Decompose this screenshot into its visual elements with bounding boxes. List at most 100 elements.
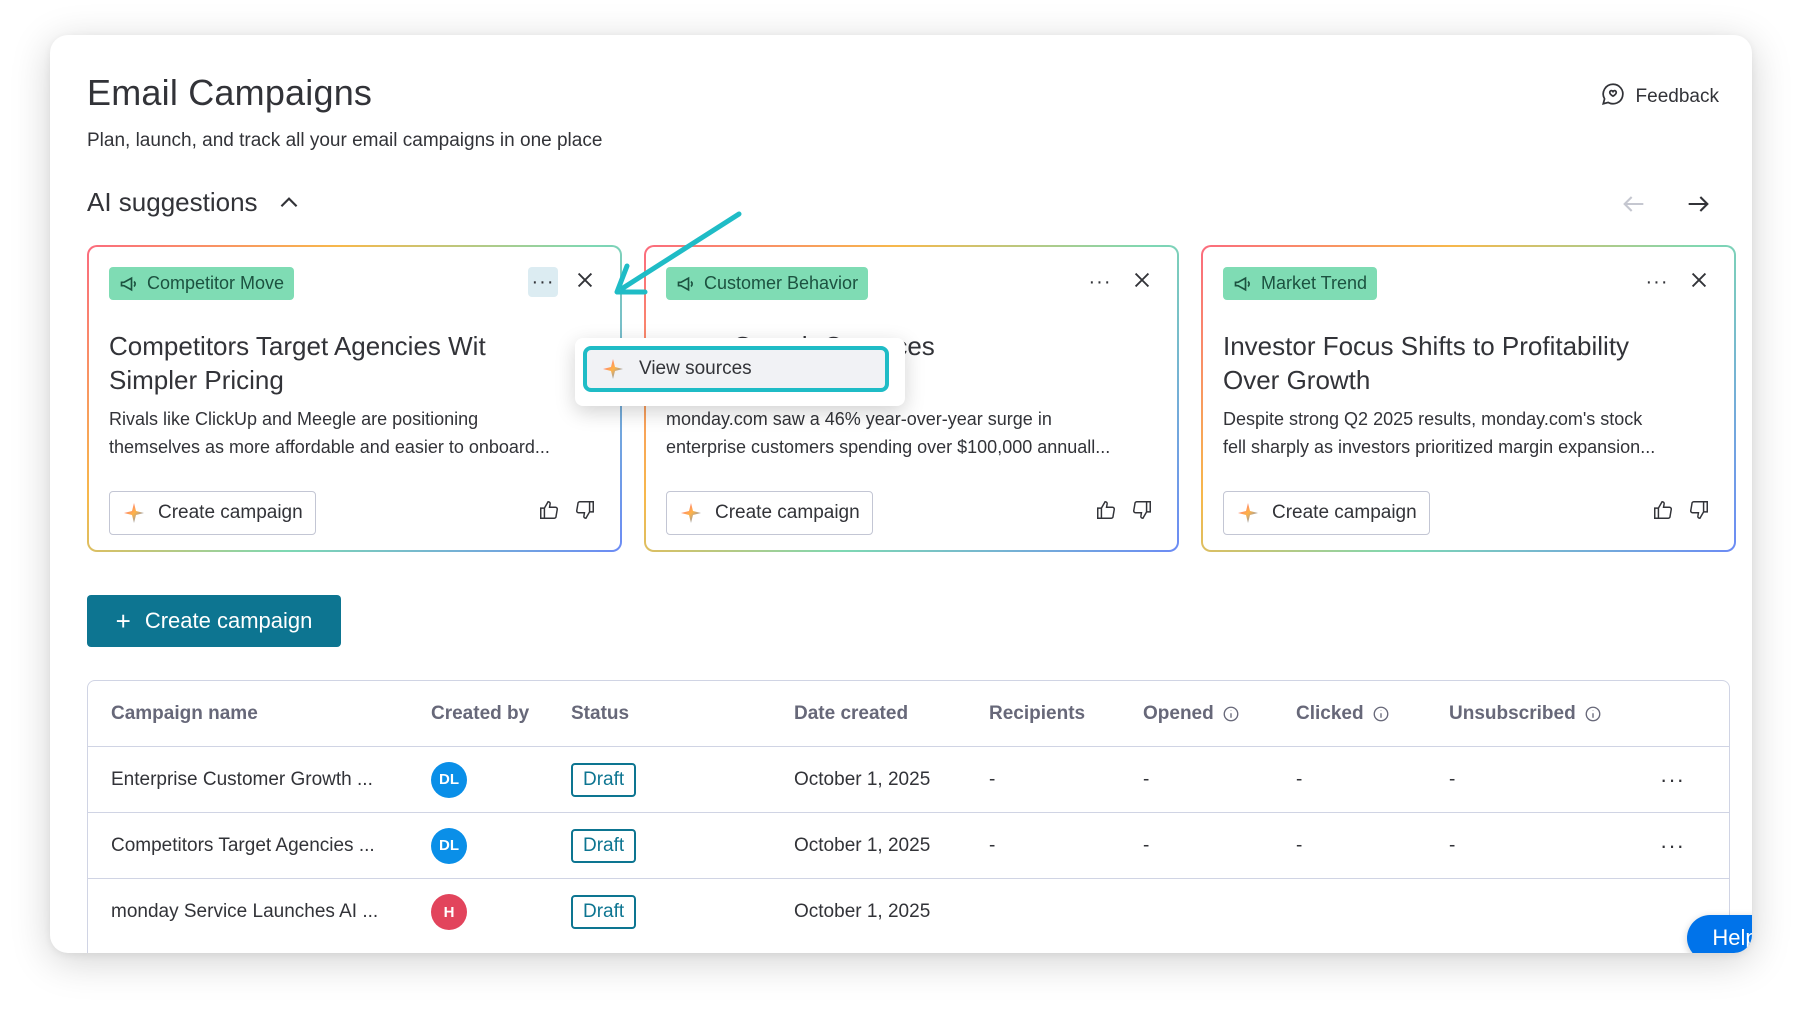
arrow-right-icon[interactable] bbox=[1684, 190, 1712, 218]
column-header[interactable]: Created by bbox=[431, 703, 529, 725]
suggestion-card[interactable]: Competitor Move ··· Competitors Target A… bbox=[87, 245, 622, 552]
card-title: Investor Focus Shifts to Profitability O… bbox=[1223, 329, 1713, 397]
info-icon[interactable] bbox=[1584, 705, 1602, 723]
card-description: Despite strong Q2 2025 results, monday.c… bbox=[1223, 405, 1713, 461]
card-cta-label: Create campaign bbox=[715, 502, 860, 523]
card-options-menu: View sources bbox=[575, 338, 905, 406]
row-more-options-button[interactable]: ··· bbox=[1660, 767, 1685, 793]
card-title-line: Over Growth bbox=[1223, 365, 1371, 395]
category-tag-label: Market Trend bbox=[1261, 273, 1368, 293]
annotation-arrow-icon bbox=[614, 211, 742, 295]
status-badge[interactable]: Draft bbox=[571, 762, 637, 797]
carousel-nav bbox=[1620, 190, 1712, 218]
suggestion-card[interactable]: Market Trend ··· Investor Focus Shifts t… bbox=[1201, 245, 1736, 552]
column-header-label: Date created bbox=[794, 702, 909, 724]
card-cta-label: Create campaign bbox=[158, 502, 303, 523]
table-row[interactable]: monday Service Launches AI ... H Draft O… bbox=[88, 879, 1729, 945]
card-description-line: fell sharply as investors prioritized ma… bbox=[1223, 437, 1656, 457]
column-header-label: Recipients bbox=[989, 702, 1086, 724]
table-row[interactable]: Competitors Target Agencies ... DL Draft… bbox=[88, 813, 1729, 879]
campaigns-table: Campaign name Created by Status Date cre… bbox=[87, 680, 1730, 953]
close-icon[interactable] bbox=[1131, 269, 1153, 296]
info-icon[interactable] bbox=[1222, 705, 1240, 723]
opened-value: - bbox=[1143, 834, 1150, 856]
card-title-line: Simpler Pricing bbox=[109, 365, 284, 395]
close-icon[interactable] bbox=[1688, 269, 1710, 296]
chevron-up-icon[interactable] bbox=[276, 190, 302, 216]
info-icon[interactable] bbox=[1372, 705, 1390, 723]
status-badge[interactable]: Draft bbox=[571, 895, 637, 929]
card-description-line: Despite strong Q2 2025 results, monday.c… bbox=[1223, 409, 1643, 429]
card-description-line: enterprise customers spending over $100,… bbox=[666, 437, 1111, 457]
ai-suggestions-title: AI suggestions bbox=[87, 187, 258, 217]
create-campaign-label: Create campaign bbox=[144, 608, 313, 633]
column-header[interactable]: Campaign name bbox=[111, 703, 258, 725]
page-subtitle: Plan, launch, and track all your email c… bbox=[87, 130, 603, 151]
thumbs-down-icon[interactable] bbox=[1131, 499, 1153, 521]
table-header: Campaign name Created by Status Date cre… bbox=[88, 681, 1729, 747]
page-title: Email Campaigns bbox=[87, 72, 373, 113]
card-title-line: Competitors Target Agencies Wit bbox=[109, 331, 486, 361]
column-header-label: Status bbox=[571, 702, 630, 724]
column-header[interactable]: Clicked bbox=[1296, 703, 1390, 725]
view-sources-menu-item[interactable]: View sources bbox=[583, 346, 889, 392]
thumbs-down-icon[interactable] bbox=[574, 499, 596, 521]
view-sources-label: View sources bbox=[639, 358, 752, 379]
column-header-label: Opened bbox=[1143, 702, 1214, 724]
arrow-left-icon[interactable] bbox=[1620, 190, 1648, 218]
card-create-campaign-button[interactable]: Create campaign bbox=[109, 491, 316, 535]
column-header[interactable]: Unsubscribed bbox=[1449, 703, 1602, 725]
campaign-name[interactable]: Competitors Target Agencies ... bbox=[111, 835, 375, 857]
suggestion-cards: Competitor Move ··· Competitors Target A… bbox=[87, 245, 1736, 552]
card-description-line: monday.com saw a 46% year-over-year surg… bbox=[666, 409, 1052, 429]
ai-sparkle-icon bbox=[681, 503, 701, 523]
campaign-name[interactable]: monday Service Launches AI ... bbox=[111, 901, 378, 923]
card-description: monday.com saw a 46% year-over-year surg… bbox=[666, 405, 1156, 461]
status-badge[interactable]: Draft bbox=[571, 828, 637, 863]
avatar[interactable]: DL bbox=[431, 761, 467, 798]
date-created: October 1, 2025 bbox=[794, 834, 931, 856]
ai-sparkle-icon bbox=[603, 359, 623, 379]
thumbs-up-icon[interactable] bbox=[1652, 499, 1674, 521]
category-tag: Market Trend bbox=[1223, 267, 1378, 300]
opened-value: - bbox=[1143, 768, 1150, 790]
row-more-options-button[interactable]: ··· bbox=[1660, 833, 1685, 859]
avatar[interactable]: H bbox=[431, 894, 467, 930]
column-header[interactable]: Date created bbox=[794, 703, 908, 725]
thumbs-up-icon[interactable] bbox=[1095, 499, 1117, 521]
column-header[interactable]: Status bbox=[571, 703, 629, 725]
more-options-button[interactable]: ··· bbox=[1642, 267, 1672, 297]
chat-bubble-icon bbox=[1600, 81, 1626, 113]
category-tag: Competitor Move bbox=[109, 267, 295, 300]
campaign-name[interactable]: Enterprise Customer Growth ... bbox=[111, 769, 373, 791]
column-header[interactable]: Recipients bbox=[989, 703, 1085, 725]
help-button[interactable]: Help bbox=[1687, 915, 1752, 953]
card-cta-label: Create campaign bbox=[1272, 502, 1417, 523]
column-header-label: Created by bbox=[431, 702, 530, 724]
clicked-value: - bbox=[1296, 768, 1303, 790]
unsubscribed-value: - bbox=[1449, 834, 1456, 856]
unsubscribed-value: - bbox=[1449, 768, 1456, 790]
ai-suggestions-header[interactable]: AI suggestions bbox=[87, 187, 302, 218]
megaphone-icon bbox=[120, 276, 136, 291]
card-create-campaign-button[interactable]: Create campaign bbox=[1223, 491, 1430, 535]
more-options-button[interactable]: ··· bbox=[1085, 267, 1115, 297]
table-row[interactable]: Enterprise Customer Growth ... DL Draft … bbox=[88, 747, 1729, 813]
close-icon[interactable] bbox=[574, 269, 596, 296]
column-header-label: Clicked bbox=[1296, 702, 1364, 724]
card-description: Rivals like ClickUp and Meegle are posit… bbox=[109, 405, 599, 461]
card-title-line: Investor Focus Shifts to Profitability bbox=[1223, 331, 1630, 361]
column-header-label: Unsubscribed bbox=[1449, 702, 1576, 724]
card-description-line: Rivals like ClickUp and Meegle are posit… bbox=[109, 409, 479, 429]
create-campaign-button[interactable]: + Create campaign bbox=[87, 595, 341, 647]
thumbs-down-icon[interactable] bbox=[1688, 499, 1710, 521]
column-header[interactable]: Opened bbox=[1143, 703, 1240, 725]
plus-icon: + bbox=[115, 606, 131, 636]
thumbs-up-icon[interactable] bbox=[538, 499, 560, 521]
more-options-button[interactable]: ··· bbox=[528, 267, 558, 297]
feedback-label: Feedback bbox=[1635, 86, 1719, 107]
avatar[interactable]: DL bbox=[431, 827, 467, 864]
card-create-campaign-button[interactable]: Create campaign bbox=[666, 491, 873, 535]
feedback-button[interactable]: Feedback bbox=[1600, 81, 1719, 113]
megaphone-icon bbox=[1234, 276, 1250, 291]
